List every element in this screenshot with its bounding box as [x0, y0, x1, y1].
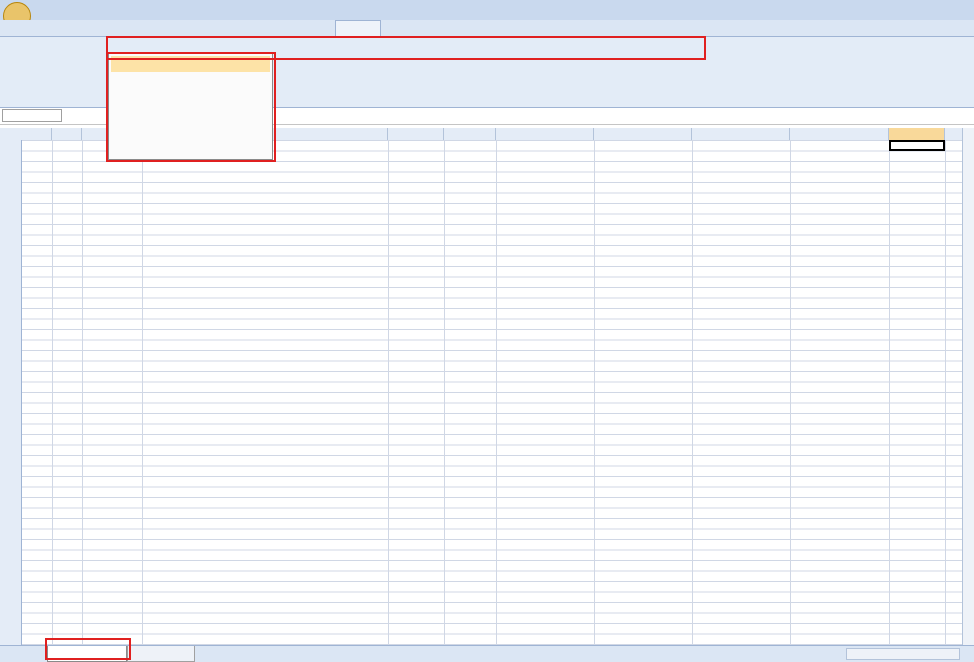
column-divider: [142, 140, 143, 645]
vertical-scrollbar[interactable]: [962, 128, 974, 645]
name-box[interactable]: [2, 109, 62, 122]
horizontal-scrollbar[interactable]: [846, 648, 960, 660]
column-header[interactable]: [388, 128, 444, 140]
column-divider: [496, 140, 497, 645]
column-divider: [444, 140, 445, 645]
ribbon-tab-strip: [0, 20, 974, 37]
column-divider: [945, 140, 946, 645]
sheet-tab[interactable]: [127, 646, 195, 662]
active-cell[interactable]: [889, 140, 945, 151]
title-bar: [0, 0, 974, 21]
column-header[interactable]: [692, 128, 790, 140]
sheet-tab-bar: [0, 645, 974, 662]
column-header[interactable]: [22, 128, 52, 140]
column-header[interactable]: [594, 128, 692, 140]
column-header[interactable]: [52, 128, 82, 140]
annotation-box-menu: [106, 52, 276, 162]
column-header[interactable]: [790, 128, 889, 140]
ribbon-tab-active[interactable]: [335, 20, 381, 36]
worksheet-grid[interactable]: [0, 140, 962, 645]
row-header-column: [0, 140, 22, 645]
annotation-box-sheet-tab: [45, 638, 131, 660]
column-divider: [692, 140, 693, 645]
column-divider: [790, 140, 791, 645]
column-divider: [388, 140, 389, 645]
column-header-selected[interactable]: [889, 128, 945, 140]
column-divider: [594, 140, 595, 645]
column-divider: [82, 140, 83, 645]
column-divider: [889, 140, 890, 645]
column-divider: [52, 140, 53, 645]
column-header[interactable]: [496, 128, 594, 140]
column-header[interactable]: [444, 128, 496, 140]
